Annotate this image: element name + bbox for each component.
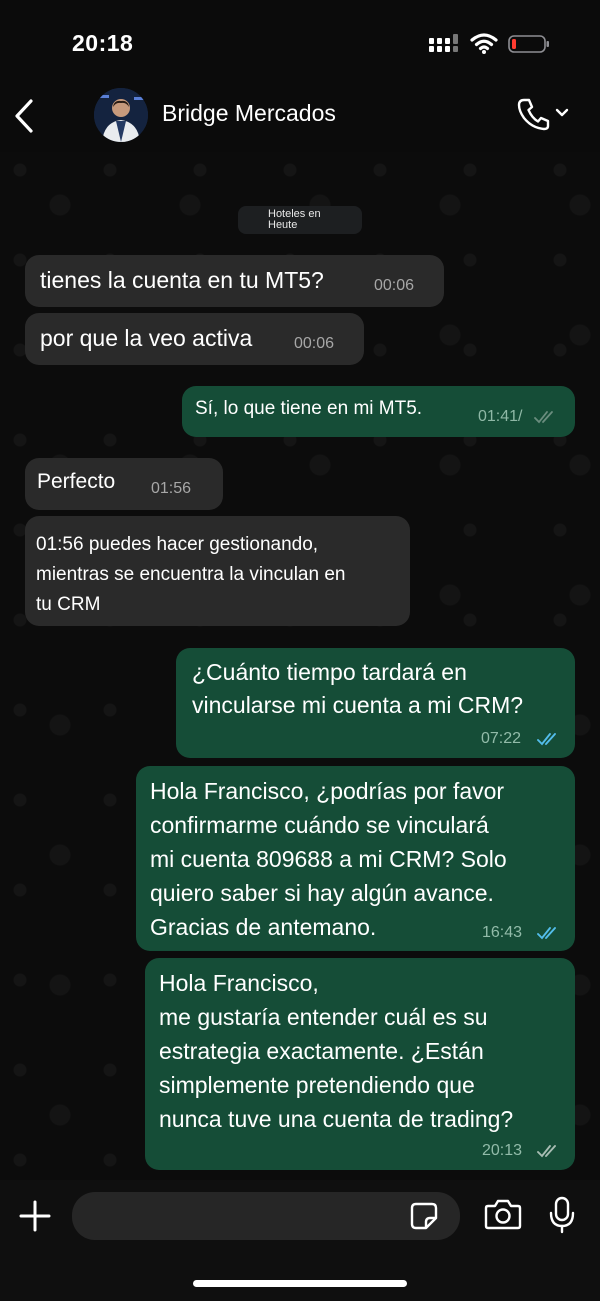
message-text: por que la veo activa: [40, 325, 253, 351]
message-text: Hola Francisco, ¿podrías por favor confi…: [150, 778, 507, 940]
double-check-icon: [537, 927, 556, 940]
double-check-icon: [537, 733, 556, 746]
double-check-icon: [534, 411, 553, 424]
chevron-down-icon: [555, 108, 569, 117]
incoming-message[interactable]: 01:56 puedes hacer gestionando, mientras…: [25, 516, 410, 626]
message-text: Sí, lo que tiene en mi MT5.: [195, 398, 423, 419]
microphone-icon[interactable]: [548, 1196, 576, 1234]
outgoing-message[interactable]: Hola Francisco, ¿podrías por favor confi…: [136, 766, 575, 951]
camera-icon[interactable]: [484, 1198, 522, 1230]
plus-icon[interactable]: [18, 1198, 52, 1234]
outgoing-message[interactable]: ¿Cuánto tiempo tardará en vincularse mi …: [176, 648, 575, 758]
wifi-icon: [470, 33, 498, 54]
message-time: 16:43: [482, 924, 523, 941]
message-time: 00:06: [374, 277, 415, 294]
battery-icon: [508, 35, 549, 53]
message-time: 00:06: [294, 335, 335, 352]
back-chevron-icon[interactable]: [12, 96, 36, 136]
outgoing-message[interactable]: Sí, lo que tiene en mi MT5. 01:41/: [182, 386, 575, 437]
cellular-signal-icon: [429, 34, 458, 52]
message-text: 01:56 puedes hacer gestionando, mientras…: [36, 534, 346, 615]
message-text: tienes la cuenta en tu MT5?: [40, 267, 324, 293]
incoming-message[interactable]: por que la veo activa 00:06: [25, 313, 364, 365]
contact-name[interactable]: Bridge Mercados: [162, 100, 336, 127]
outgoing-message[interactable]: Hola Francisco, me gustaría entender cuá…: [145, 958, 575, 1170]
double-check-icon: [537, 1145, 556, 1158]
message-text: ¿Cuánto tiempo tardará en vincularse mi …: [192, 659, 524, 718]
incoming-message[interactable]: tienes la cuenta en tu MT5? 00:06: [25, 255, 444, 307]
date-chip-line2: Heute: [268, 219, 298, 231]
avatar[interactable]: [94, 88, 148, 142]
status-time: 20:18: [72, 30, 134, 56]
home-indicator[interactable]: [193, 1280, 407, 1287]
message-text: Hola Francisco, me gustaría entender cuá…: [159, 970, 514, 1132]
message-input[interactable]: [72, 1192, 460, 1240]
message-time: 01:56: [151, 480, 192, 497]
message-time: 20:13: [482, 1142, 523, 1159]
date-chip: Hoteles en Heute: [238, 206, 362, 234]
message-time: 07:22: [481, 730, 522, 747]
message-time: 01:41/: [478, 408, 523, 425]
incoming-message[interactable]: Perfecto 01:56: [25, 458, 223, 510]
phone-icon[interactable]: [516, 96, 570, 132]
avatar-photo: [94, 88, 148, 142]
message-text: Perfecto: [37, 470, 116, 493]
sticker-icon[interactable]: [410, 1202, 438, 1230]
